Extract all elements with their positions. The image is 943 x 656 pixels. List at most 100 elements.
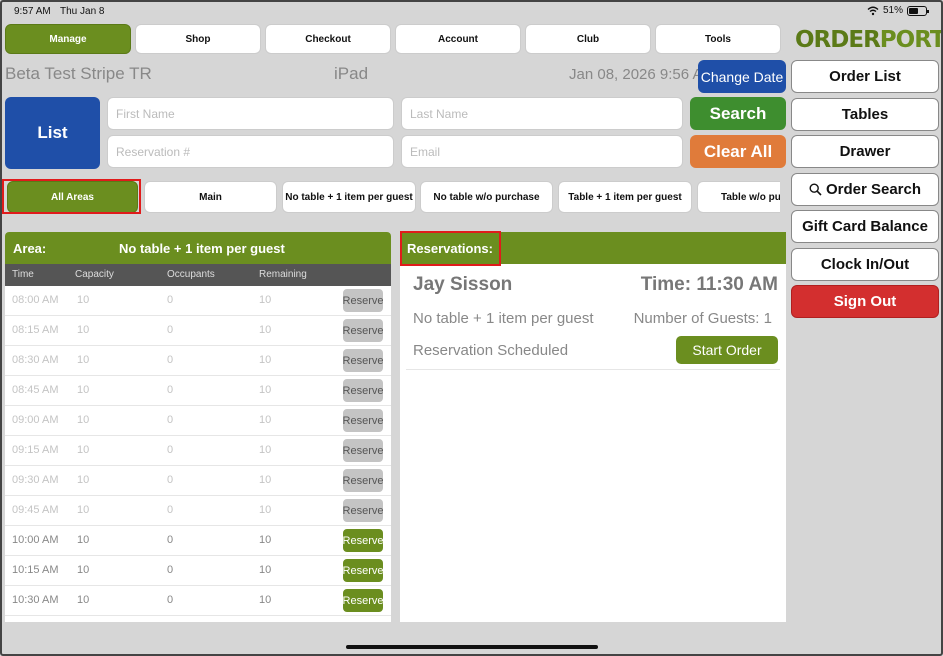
search-icon	[809, 182, 822, 196]
reservations-header: Reservations:	[400, 232, 786, 264]
top-nav-tabs: Manage Shop Checkout Account Club Tools	[5, 24, 781, 54]
slot-occupants: 0	[167, 504, 174, 516]
slot-capacity: 10	[77, 354, 90, 366]
tables-button[interactable]: Tables	[791, 97, 939, 131]
time-slot-row: 10:15 AM 10 0 10 Reserve	[5, 556, 391, 586]
logo-wordmark: ORDERPORT	[795, 27, 943, 53]
time-slot-row: 08:45 AM 10 0 10 Reserve	[5, 376, 391, 406]
time-slot-row: 10:00 AM 10 0 10 Reserve	[5, 526, 391, 556]
reservation-status: Reservation Scheduled	[413, 342, 569, 359]
reservation-number-field[interactable]	[107, 135, 394, 168]
time-slot-row: 10:30 AM 10 0 10 Reserve	[5, 586, 391, 616]
start-order-button[interactable]: Start Order	[676, 336, 778, 364]
sign-out-button[interactable]: Sign Out	[791, 285, 939, 318]
slot-remaining: 10	[259, 384, 272, 396]
slot-occupants: 0	[167, 564, 174, 576]
reservations-panel: Reservations: Jay Sisson Time: 11:30 AM …	[400, 232, 786, 622]
slot-time: 10:30 AM	[12, 594, 59, 606]
column-capacity: Capacity	[75, 269, 114, 280]
slot-capacity: 10	[77, 504, 90, 516]
reserve-button[interactable]: Reserve	[343, 409, 383, 432]
tab-manage[interactable]: Manage	[5, 24, 131, 54]
slot-capacity: 10	[77, 534, 90, 546]
slot-occupants: 0	[167, 474, 174, 486]
status-time: 9:57 AM	[14, 6, 51, 17]
tab-tools[interactable]: Tools	[655, 24, 781, 54]
area-chip-main[interactable]: Main	[144, 181, 277, 213]
reservation-guest-name: Jay Sisson	[413, 274, 513, 295]
order-search-button[interactable]: Order Search	[791, 172, 939, 206]
search-button[interactable]: Search	[690, 97, 786, 130]
slot-capacity: 10	[77, 414, 90, 426]
slot-remaining: 10	[259, 444, 272, 456]
tab-shop[interactable]: Shop	[135, 24, 261, 54]
slot-remaining: 10	[259, 354, 272, 366]
order-list-button[interactable]: Order List	[791, 60, 939, 93]
column-occupants: Occupants	[167, 269, 215, 280]
reservation-area: No table + 1 item per guest	[413, 310, 594, 327]
reserve-button[interactable]: Reserve	[343, 379, 383, 402]
slot-occupants: 0	[167, 444, 174, 456]
area-chip-all-areas[interactable]: All Areas	[7, 181, 138, 213]
reserve-button[interactable]: Reserve	[343, 319, 383, 342]
area-chip-no-table-no-purchase[interactable]: No table w/o purchase	[420, 181, 553, 213]
slot-capacity: 10	[77, 294, 90, 306]
email-field[interactable]	[401, 135, 683, 168]
time-slot-row: 09:45 AM 10 0 10 Reserve	[5, 496, 391, 526]
area-panel-area-name: No table + 1 item per guest	[119, 240, 285, 256]
slot-time: 08:45 AM	[12, 384, 59, 396]
slot-remaining: 10	[259, 594, 272, 606]
slot-time: 10:15 AM	[12, 564, 59, 576]
slot-time: 08:30 AM	[12, 354, 59, 366]
reservation-time: Time: 11:30 AM	[640, 274, 778, 295]
area-chip-table-no-purchase[interactable]: Table w/o pu	[697, 181, 780, 213]
slot-time: 09:45 AM	[12, 504, 59, 516]
area-chip-table-item[interactable]: Table + 1 item per guest	[558, 181, 692, 213]
first-name-field[interactable]	[107, 97, 394, 130]
tab-club[interactable]: Club	[525, 24, 651, 54]
slot-occupants: 0	[167, 324, 174, 336]
battery-percent: 51%	[882, 5, 903, 16]
slot-time: 08:00 AM	[12, 294, 59, 306]
reserve-button[interactable]: Reserve	[343, 589, 383, 612]
status-bar: 9:57 AM Thu Jan 8 51%	[0, 0, 943, 22]
reserve-button[interactable]: Reserve	[343, 469, 383, 492]
slot-time: 10:00 AM	[12, 534, 59, 546]
reserve-button[interactable]: Reserve	[343, 529, 383, 552]
tab-account[interactable]: Account	[395, 24, 521, 54]
area-panel-header: Area: No table + 1 item per guest	[5, 232, 391, 264]
time-slot-row: 08:15 AM 10 0 10 Reserve	[5, 316, 391, 346]
device-name: iPad	[334, 64, 369, 83]
reserve-button[interactable]: Reserve	[343, 439, 383, 462]
reserve-button[interactable]: Reserve	[343, 349, 383, 372]
area-chip-no-table-item[interactable]: No table + 1 item per guest	[282, 181, 416, 213]
order-list-label: Order List	[829, 68, 901, 85]
drawer-button[interactable]: Drawer	[791, 135, 939, 168]
slot-remaining: 10	[259, 414, 272, 426]
list-button[interactable]: List	[5, 97, 100, 169]
gift-card-balance-button[interactable]: Gift Card Balance	[791, 210, 939, 243]
slot-list: 08:00 AM 10 0 10 Reserve 08:15 AM 10 0 10 Reserve…	[5, 286, 391, 616]
reserve-button[interactable]: Reserve	[343, 289, 383, 312]
reserve-button[interactable]: Reserve	[343, 559, 383, 582]
home-indicator	[346, 645, 598, 649]
last-name-field[interactable]	[401, 97, 683, 130]
slot-capacity: 10	[77, 324, 90, 336]
time-slot-row: 09:15 AM 10 0 10 Reserve	[5, 436, 391, 466]
change-date-button[interactable]: Change Date	[698, 60, 786, 93]
reservation-card[interactable]: Jay Sisson Time: 11:30 AM No table + 1 i…	[406, 264, 780, 370]
clear-all-button[interactable]: Clear All	[690, 135, 786, 168]
clock-in-out-button[interactable]: Clock In/Out	[791, 247, 939, 281]
current-datetime: Jan 08, 2026 9:56 AM	[569, 66, 715, 83]
time-slot-row: 08:00 AM 10 0 10 Reserve	[5, 286, 391, 316]
slot-time: 09:30 AM	[12, 474, 59, 486]
column-remaining: Remaining	[259, 269, 307, 280]
reservation-guest-count: Number of Guests: 1	[633, 310, 772, 327]
reservations-title: Reservations:	[407, 240, 493, 256]
reserve-button[interactable]: Reserve	[343, 499, 383, 522]
slot-occupants: 0	[167, 384, 174, 396]
slot-remaining: 10	[259, 564, 272, 576]
orderport-logo: ORDERPORT	[792, 24, 943, 56]
tab-checkout[interactable]: Checkout	[265, 24, 391, 54]
slots-column-header: Time Capacity Occupants Remaining	[5, 264, 391, 286]
